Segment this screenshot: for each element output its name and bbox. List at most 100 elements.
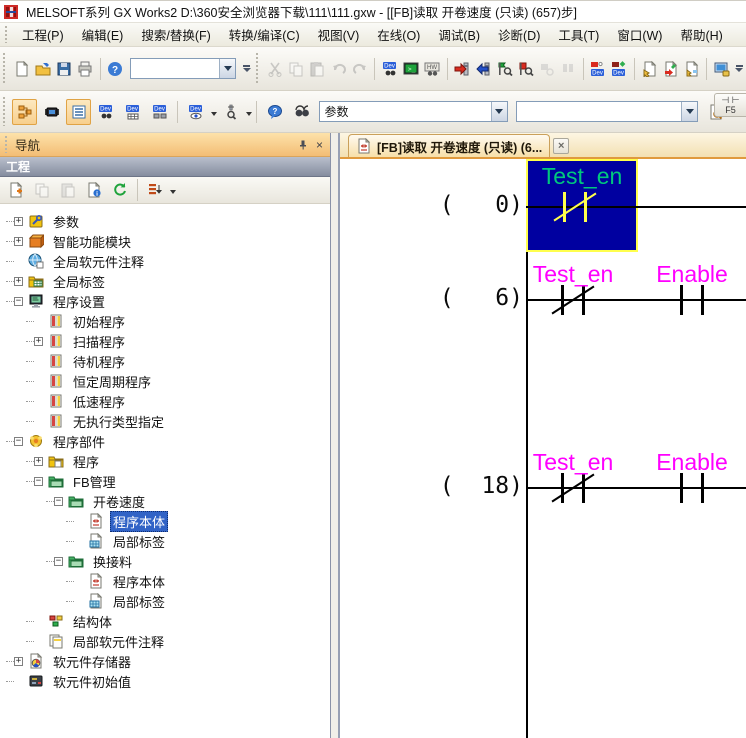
tree-item-label[interactable]: 换接料: [90, 551, 135, 572]
tree-expander[interactable]: −: [14, 297, 23, 306]
module-config-icon[interactable]: [39, 99, 64, 125]
tree-item-label[interactable]: 软元件初始值: [50, 671, 134, 692]
tree-item-label[interactable]: 无执行类型指定: [70, 411, 167, 432]
panel-splitter[interactable]: [331, 133, 338, 738]
zoom-tool-caret-icon[interactable]: [244, 103, 252, 121]
device-test-on-icon[interactable]: Dev: [610, 56, 629, 82]
monitor-stop-icon[interactable]: [516, 56, 535, 82]
list-view-icon[interactable]: [66, 99, 91, 125]
menu-item-6[interactable]: 调试(B): [429, 22, 489, 47]
tree-expander[interactable]: +: [34, 337, 43, 346]
tree-expander[interactable]: +: [14, 277, 23, 286]
nc-contact-bar[interactable]: [582, 285, 585, 315]
tree-expander[interactable]: +: [14, 657, 23, 666]
menu-item-9[interactable]: 窗口(W): [608, 22, 671, 47]
ladder-canvas[interactable]: ( 0)Test_en( 6)Test_enEnable( 18)Test_en…: [340, 159, 746, 738]
tree-item-label[interactable]: 局部标签: [110, 531, 168, 552]
nc-contact-bar[interactable]: [561, 285, 564, 315]
tree-item-label[interactable]: 初始程序: [70, 311, 128, 332]
ladder-symbol-toolbar-fragment[interactable]: ⊣ ⊢ F5: [714, 93, 746, 117]
tree-item-label[interactable]: 程序本体: [110, 511, 168, 532]
tab-close-icon[interactable]: ×: [553, 138, 569, 154]
no-contact-bar[interactable]: [701, 285, 704, 315]
menu-item-3[interactable]: 转换/编译(C): [220, 22, 309, 47]
tree-item-label[interactable]: 全局标签: [50, 271, 108, 292]
tree-expander[interactable]: −: [54, 557, 63, 566]
device-test-off-icon[interactable]: Dev: [589, 56, 608, 82]
quick-access-combo-dropdown-icon[interactable]: [219, 59, 235, 78]
toolbar-options-icon[interactable]: [242, 56, 251, 82]
tree-item-label[interactable]: 程序: [70, 451, 102, 472]
menu-item-10[interactable]: 帮助(H): [671, 22, 731, 47]
save-project-icon[interactable]: [54, 56, 73, 82]
device-display-icon[interactable]: Dev: [183, 99, 208, 125]
nc-contact-bar[interactable]: [561, 473, 564, 503]
document-tab[interactable]: [FB]读取 开卷速度 (只读) (6...: [348, 134, 550, 157]
menu-item-5[interactable]: 在线(O): [368, 22, 429, 47]
plc-read-icon[interactable]: [474, 56, 493, 82]
tree-item-label[interactable]: 程序设置: [50, 291, 108, 312]
remote-operation-icon[interactable]: [712, 56, 731, 82]
menu-item-2[interactable]: 搜索/替换(F): [132, 22, 219, 47]
tree-item-label[interactable]: 参数: [50, 211, 82, 232]
refresh-icon[interactable]: [108, 179, 132, 202]
tree-item-label[interactable]: 扫描程序: [70, 331, 128, 352]
find-icon[interactable]: [289, 99, 314, 125]
open-project-icon[interactable]: [33, 56, 52, 82]
tree-expander[interactable]: +: [34, 457, 43, 466]
find-text-combo[interactable]: [516, 101, 699, 122]
tree-item-label[interactable]: 局部标签: [110, 591, 168, 612]
statement-jump-icon[interactable]: [661, 56, 680, 82]
toolbar-options-icon[interactable]: [735, 56, 744, 82]
menu-grip[interactable]: [5, 26, 10, 42]
note-jump-icon[interactable]: [682, 56, 701, 82]
tree-item-label[interactable]: 软元件存储器: [50, 651, 134, 672]
menu-item-4[interactable]: 视图(V): [309, 22, 369, 47]
tree-item-label[interactable]: 结构体: [70, 611, 115, 632]
zoom-tool-icon[interactable]: [218, 99, 243, 125]
tree-expander[interactable]: +: [14, 237, 23, 246]
menu-item-8[interactable]: 工具(T): [549, 22, 608, 47]
menu-item-0[interactable]: 工程(P): [13, 22, 73, 47]
quick-access-combo[interactable]: [130, 58, 236, 79]
data-info-icon[interactable]: i: [82, 179, 106, 202]
device-find-icon[interactable]: Dev: [380, 56, 399, 82]
menu-item-1[interactable]: 编辑(E): [73, 22, 133, 47]
tree-item-label[interactable]: 全局软元件注释: [50, 251, 147, 272]
tree-item-label[interactable]: 智能功能模块: [50, 231, 134, 252]
navigation-toggle-icon[interactable]: [12, 99, 37, 125]
toolbar-grip[interactable]: [256, 53, 261, 83]
no-contact-bar[interactable]: [680, 285, 683, 315]
monitor-mode-icon[interactable]: >_: [401, 56, 420, 82]
toolbar-grip[interactable]: [3, 53, 8, 83]
tree-expander[interactable]: +: [14, 217, 23, 226]
sort-filter-icon[interactable]: [143, 179, 167, 202]
close-icon[interactable]: ×: [311, 136, 328, 153]
new-data-icon[interactable]: [4, 179, 28, 202]
toolbar-grip[interactable]: [3, 97, 8, 126]
menu-item-7[interactable]: 诊断(D): [489, 22, 549, 47]
no-contact-bar[interactable]: [680, 473, 683, 503]
no-contact-bar[interactable]: [701, 473, 704, 503]
comment-jump-icon[interactable]: [640, 56, 659, 82]
tree-expander[interactable]: −: [14, 437, 23, 446]
help-icon[interactable]: ?: [106, 56, 125, 82]
navigation-grip[interactable]: [5, 136, 10, 152]
tree-item-label[interactable]: 程序部件: [50, 431, 108, 452]
tree-item-label[interactable]: 恒定周期程序: [70, 371, 154, 392]
tree-item-label[interactable]: 待机程序: [70, 351, 128, 372]
find-target-combo[interactable]: 参数: [319, 101, 507, 122]
print-icon[interactable]: [75, 56, 94, 82]
nc-contact-bar[interactable]: [584, 192, 587, 222]
monitor-start-icon[interactable]: [495, 56, 514, 82]
tree-item-label[interactable]: 程序本体: [110, 571, 168, 592]
tree-item-label[interactable]: 开卷速度: [90, 491, 148, 512]
pin-icon[interactable]: [294, 136, 311, 153]
device-memory-view-icon[interactable]: Dev: [120, 99, 145, 125]
new-project-icon[interactable]: [12, 56, 31, 82]
sort-filter-caret-icon[interactable]: [168, 181, 176, 199]
tree-item-label[interactable]: 低速程序: [70, 391, 128, 412]
device-comment-view-icon[interactable]: Dev: [93, 99, 118, 125]
tree-item-label[interactable]: 局部软元件注释: [70, 631, 167, 652]
device-blocks-view-icon[interactable]: Dev: [147, 99, 172, 125]
